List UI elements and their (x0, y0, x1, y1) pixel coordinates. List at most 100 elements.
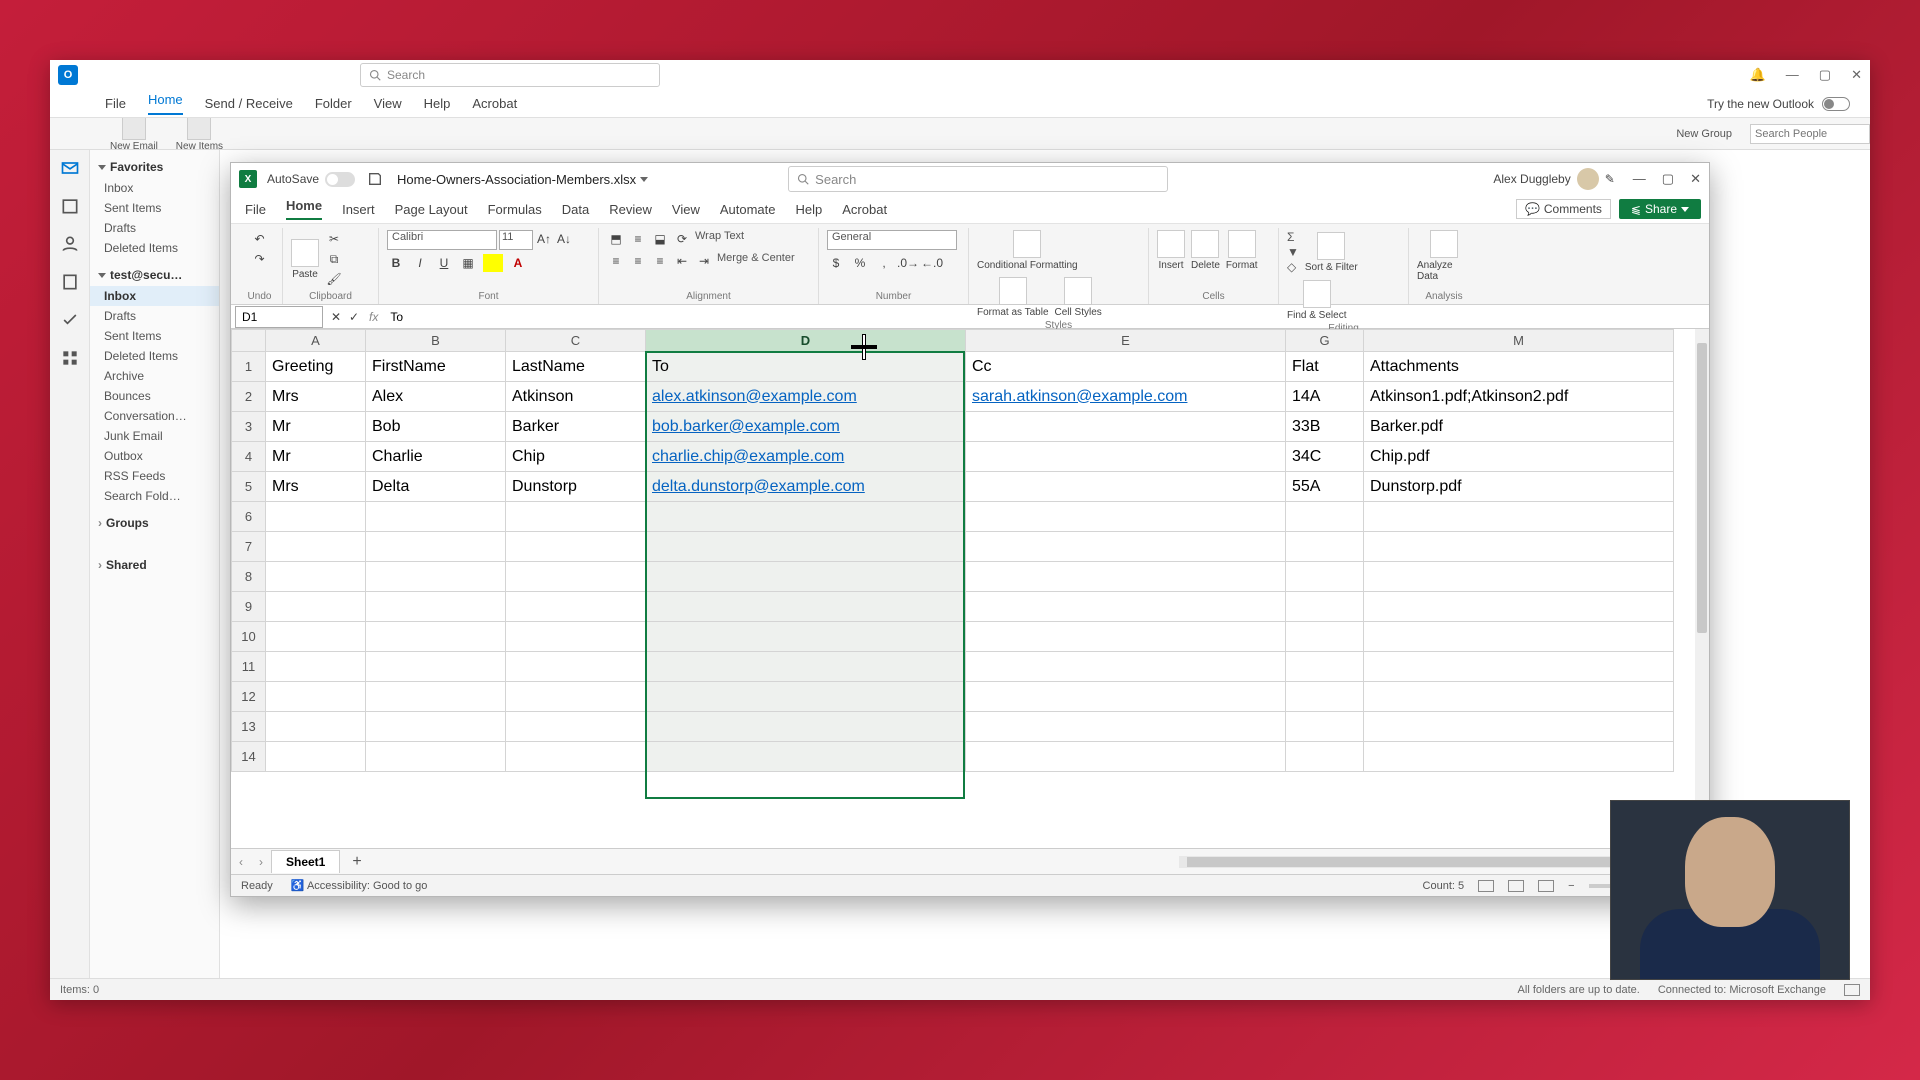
cell[interactable]: FirstName (366, 352, 506, 382)
cell[interactable] (1286, 712, 1364, 742)
undo-button[interactable]: ↶ (251, 230, 269, 248)
excel-close-button[interactable]: ✕ (1690, 171, 1701, 187)
excel-search[interactable]: Search (788, 166, 1168, 192)
nav-fav-deleted[interactable]: Deleted Items (90, 238, 219, 258)
wrap-text-button[interactable]: Wrap Text (695, 230, 744, 248)
merge-center-button[interactable]: Merge & Center (717, 252, 795, 270)
cell[interactable] (266, 622, 366, 652)
cell[interactable]: alex.atkinson@example.com (646, 382, 966, 412)
row-header[interactable]: 3 (232, 412, 266, 442)
cell[interactable] (266, 532, 366, 562)
name-box[interactable]: D1 (235, 306, 323, 328)
cell[interactable] (266, 562, 366, 592)
cell[interactable]: delta.dunstorp@example.com (646, 472, 966, 502)
menu-file[interactable]: File (105, 96, 126, 111)
autosave-toggle[interactable] (325, 172, 355, 187)
cell[interactable]: Attachments (1364, 352, 1674, 382)
nav-fav-drafts[interactable]: Drafts (90, 218, 219, 238)
xl-menu-automate[interactable]: Automate (720, 202, 776, 217)
cell[interactable] (646, 622, 966, 652)
nav-sent[interactable]: Sent Items (90, 326, 219, 346)
cell[interactable] (966, 562, 1286, 592)
cell[interactable] (646, 712, 966, 742)
decrease-decimal-button[interactable]: ←.0 (923, 254, 941, 272)
insert-cells-button[interactable]: Insert (1157, 230, 1185, 271)
try-new-outlook-toggle[interactable] (1822, 97, 1850, 111)
cell[interactable] (506, 712, 646, 742)
cell[interactable] (966, 442, 1286, 472)
font-size-select[interactable]: 11 (499, 230, 533, 250)
cell[interactable]: LastName (506, 352, 646, 382)
cell[interactable]: sarah.atkinson@example.com (966, 382, 1286, 412)
new-email-button[interactable]: New Email (110, 118, 158, 150)
cell[interactable] (366, 682, 506, 712)
excel-filename[interactable]: Home-Owners-Association-Members.xlsx (397, 172, 636, 187)
cell[interactable]: Chip (506, 442, 646, 472)
row-header[interactable]: 12 (232, 682, 266, 712)
borders-button[interactable]: ▦ (459, 254, 477, 272)
people-icon[interactable] (60, 234, 80, 254)
nav-bounces[interactable]: Bounces (90, 386, 219, 406)
cell[interactable] (966, 412, 1286, 442)
cell[interactable] (1364, 682, 1674, 712)
conditional-formatting-button[interactable]: Conditional Formatting (977, 230, 1078, 271)
cell[interactable]: Dunstorp (506, 472, 646, 502)
xl-menu-review[interactable]: Review (609, 202, 652, 217)
cell[interactable] (366, 742, 506, 772)
close-button[interactable]: ✕ (1851, 67, 1862, 83)
row-header[interactable]: 2 (232, 382, 266, 412)
increase-indent-button[interactable]: ⇥ (695, 252, 713, 270)
cell[interactable]: Atkinson1.pdf;Atkinson2.pdf (1364, 382, 1674, 412)
cell[interactable] (646, 652, 966, 682)
tasks-icon[interactable] (60, 272, 80, 292)
decrease-indent-button[interactable]: ⇤ (673, 252, 691, 270)
menu-view[interactable]: View (374, 96, 402, 111)
cell[interactable] (966, 742, 1286, 772)
cell[interactable]: Greeting (266, 352, 366, 382)
search-people-input[interactable] (1750, 124, 1870, 144)
cell[interactable] (966, 502, 1286, 532)
cell[interactable] (646, 502, 966, 532)
normal-view-button[interactable] (1478, 880, 1494, 892)
nav-shared[interactable]: Shared (106, 558, 147, 572)
cell[interactable] (366, 502, 506, 532)
status-accessibility[interactable]: Accessibility: Good to go (307, 880, 427, 892)
pen-icon[interactable]: ✎ (1605, 172, 1615, 186)
cell[interactable]: charlie.chip@example.com (646, 442, 966, 472)
cell[interactable] (266, 502, 366, 532)
cell[interactable]: 55A (1286, 472, 1364, 502)
cell[interactable] (1286, 562, 1364, 592)
analyze-data-button[interactable]: Analyze Data (1417, 230, 1471, 282)
cell[interactable] (1286, 532, 1364, 562)
cell[interactable] (966, 592, 1286, 622)
cell[interactable]: Mrs (266, 382, 366, 412)
fill-button[interactable]: ▼ (1287, 245, 1299, 259)
cell[interactable]: Barker.pdf (1364, 412, 1674, 442)
format-painter-button[interactable]: 🖌 (325, 270, 343, 288)
nav-conversation[interactable]: Conversation… (90, 406, 219, 426)
xl-menu-formulas[interactable]: Formulas (488, 202, 542, 217)
cell[interactable] (966, 622, 1286, 652)
row-header[interactable]: 5 (232, 472, 266, 502)
autosum-button[interactable]: Σ (1287, 230, 1299, 244)
comma-button[interactable]: , (875, 254, 893, 272)
increase-font-button[interactable]: A↑ (535, 230, 553, 248)
cell[interactable] (966, 652, 1286, 682)
excel-minimize-button[interactable]: — (1633, 171, 1646, 187)
sort-filter-button[interactable]: Sort & Filter (1305, 232, 1358, 273)
nav-favorites[interactable]: Favorites (110, 160, 163, 174)
cell[interactable] (366, 622, 506, 652)
col-header-M[interactable]: M (1364, 330, 1674, 352)
cell[interactable]: bob.barker@example.com (646, 412, 966, 442)
underline-button[interactable]: U (435, 254, 453, 272)
cell[interactable] (266, 712, 366, 742)
row-header[interactable]: 8 (232, 562, 266, 592)
cell[interactable] (1286, 682, 1364, 712)
zoom-out-button[interactable]: − (1568, 880, 1574, 892)
align-bottom-button[interactable]: ⬓ (651, 230, 669, 248)
nav-junk[interactable]: Junk Email (90, 426, 219, 446)
orientation-button[interactable]: ⟳ (673, 230, 691, 248)
cell[interactable]: Atkinson (506, 382, 646, 412)
sheet-tab-sheet1[interactable]: Sheet1 (271, 850, 340, 873)
cut-button[interactable]: ✂ (325, 230, 343, 248)
